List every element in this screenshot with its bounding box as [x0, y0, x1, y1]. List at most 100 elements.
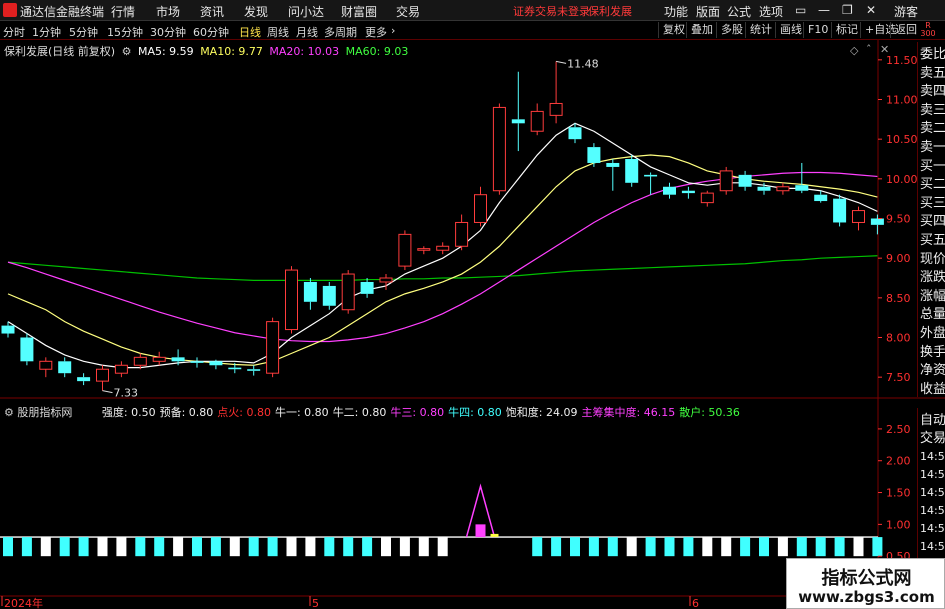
close-pane-icon[interactable]: ✕: [880, 43, 889, 56]
ma60-line: [7, 255, 878, 281]
indicator-item: 主筹集中度: 46.15: [581, 406, 676, 419]
ma20-value: MA20: 10.03: [269, 45, 340, 58]
price-tick-label: 11.00: [886, 94, 918, 107]
sidebar-item[interactable]: 买二: [920, 176, 945, 194]
candle-body: [549, 102, 563, 116]
sidebar2-item[interactable]: 14:56: [920, 448, 945, 466]
candle-body: [228, 367, 242, 370]
candle-body: [341, 273, 355, 311]
sidebar2-item[interactable]: 14:56: [920, 484, 945, 502]
indicator-legend: ⚙ 股朋指标网 强度: 0.50 预备: 0.80 点火: 0.80 牛一: 0.80…: [4, 404, 744, 420]
price-tick-label: 10.00: [886, 173, 918, 186]
indicator-bar: [721, 537, 732, 557]
sidebar-item[interactable]: 外盘: [920, 325, 945, 343]
indicator-bar: [343, 537, 354, 557]
sidebar-item[interactable]: 净资: [920, 362, 945, 380]
sidebar-item[interactable]: 卖一: [920, 139, 945, 157]
indicator-gear-icon[interactable]: ⚙: [4, 406, 14, 419]
indicator-bar: [437, 537, 448, 557]
sidebar2-item[interactable]: 交易: [920, 430, 945, 448]
sidebar2-item[interactable]: 14:56: [920, 466, 945, 484]
collapse-icon[interactable]: ˆ: [866, 43, 872, 56]
sidebar2-item[interactable]: 自动: [920, 412, 945, 430]
candle-body: [171, 357, 185, 362]
indicator-item: 强度: 0.50: [101, 406, 156, 419]
candle-body: [209, 361, 223, 366]
low-price-label: 7.33: [114, 387, 139, 400]
price-tick-label: 10.50: [886, 133, 918, 146]
indicator-item: 牛三: 0.80: [390, 406, 445, 419]
price-tick-label: 8.00: [886, 332, 911, 345]
main-legend: 保利发展(日线 前复权) ⚙ MA5: 9.59 MA10: 9.77 MA20…: [4, 43, 408, 59]
indicator-bar: [248, 537, 259, 557]
indicator-item: 预备: 0.80: [159, 406, 214, 419]
price-tick-label: 8.50: [886, 292, 911, 305]
indicator-bar: [551, 537, 562, 557]
candle-body: [852, 210, 865, 223]
indicator-item: 饱和度: 24.09: [505, 406, 578, 419]
low-pointer: [102, 390, 113, 394]
price-tick-label: 7.50: [886, 371, 911, 384]
candle-body: [757, 186, 771, 191]
candle-body: [814, 194, 828, 202]
indicator-bar: [3, 537, 13, 557]
sidebar-item[interactable]: 现价: [920, 251, 945, 269]
sidebar-item[interactable]: 买四: [920, 213, 945, 231]
indicator-bar: [286, 537, 297, 557]
candle-body: [492, 106, 506, 192]
settings-gear-icon[interactable]: ⚙: [122, 45, 132, 58]
indicator-bar: [78, 537, 89, 557]
sidebar-item[interactable]: 收益: [920, 381, 945, 399]
candle-body: [20, 337, 34, 362]
price-tick-label: 11.50: [886, 54, 918, 67]
ma5-value: MA5: 9.59: [137, 45, 194, 58]
candle-body: [114, 364, 128, 374]
indicator-bar: [626, 537, 637, 557]
candle-body: [625, 159, 639, 183]
indicator-item: 散户: 50.36: [679, 406, 740, 419]
indicator-bar: [834, 537, 845, 557]
sidebar2-item[interactable]: 14:56: [920, 520, 945, 538]
candle-body: [266, 321, 280, 374]
sidebar2-item[interactable]: 14:56: [920, 502, 945, 520]
sidebar-item[interactable]: 委比: [920, 46, 945, 64]
ind-tick-label: 2.00: [886, 455, 911, 468]
indicator-bar: [645, 537, 656, 557]
sidebar-item[interactable]: 卖二: [920, 120, 945, 138]
indicator-bar: [362, 537, 373, 557]
sidebar-item[interactable]: 卖五: [920, 65, 945, 83]
sidebar-item[interactable]: 买一: [920, 158, 945, 176]
candle-body: [152, 356, 166, 362]
candle-body: [833, 198, 847, 223]
sidebar-item[interactable]: 卖四: [920, 83, 945, 101]
diamond-icon[interactable]: ◇: [850, 44, 858, 57]
indicator-bar: [229, 537, 240, 557]
candle-body: [644, 174, 658, 177]
ind-tick-label: 1.00: [886, 518, 911, 531]
sidebar-item[interactable]: 买五: [920, 232, 945, 250]
candle-body: [360, 281, 374, 294]
kline-chart[interactable]: 11.48 7.33 11.50 11.00 10.50 10.00 9.50 9.00 8.…: [0, 0, 945, 609]
indicator-bar: [154, 537, 165, 557]
candle-body: [417, 248, 431, 251]
sidebar-item[interactable]: 卖三: [920, 102, 945, 120]
sidebar-item[interactable]: 买三: [920, 195, 945, 213]
indicator-item: 牛一: 0.80: [274, 406, 329, 419]
sidebar2-item[interactable]: 14:56: [920, 538, 945, 556]
candle-body: [663, 186, 676, 195]
sidebar-item[interactable]: 涨跌: [920, 269, 945, 287]
candle-body: [455, 221, 469, 247]
x-tick-label: 6: [692, 597, 699, 609]
price-tick-label: 9.50: [886, 213, 911, 226]
chart-title: 保利发展(日线 前复权): [4, 45, 116, 58]
indicator-bar: [192, 537, 202, 557]
candle-body: [719, 170, 733, 192]
candle-body: [58, 361, 72, 374]
sidebar-item[interactable]: 涨幅: [920, 288, 945, 306]
high-pointer: [556, 60, 567, 64]
candle-body: [133, 356, 147, 366]
high-price-label: 11.48: [567, 57, 599, 70]
sidebar-item[interactable]: 换手: [920, 344, 945, 362]
indicator-bar: [210, 537, 221, 557]
sidebar-item[interactable]: 总量: [920, 306, 945, 324]
